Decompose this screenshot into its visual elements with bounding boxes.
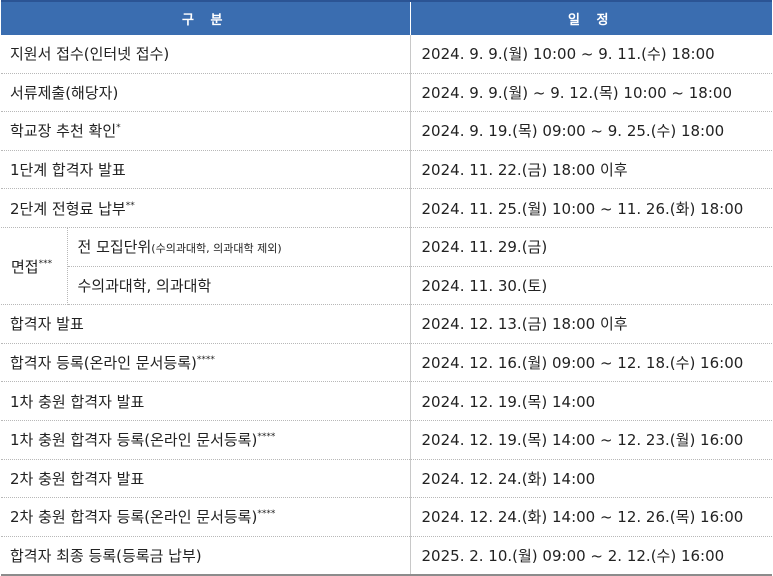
row-label: 1차 충원 합격자 등록(온라인 문서등록)****	[1, 420, 411, 460]
row-date: 2024. 12. 16.(월) 09:00 ~ 12. 18.(수) 16:0…	[409, 343, 773, 383]
row-label: 지원서 접수(인터넷 접수)	[1, 35, 411, 74]
interview-sub-label: 전 모집단위(수의과대학, 의과대학 제외)	[67, 227, 411, 267]
row-date: 2024. 12. 19.(목) 14:00	[409, 381, 773, 421]
row-date: 2024. 11. 30.(토)	[409, 266, 773, 306]
row-date: 2024. 9. 9.(월) 10:00 ~ 9. 11.(수) 18:00	[409, 35, 773, 74]
table-row: 합격자 등록(온라인 문서등록)**** 2024. 12. 16.(월) 09…	[1, 343, 773, 383]
row-label: 합격자 최종 등록(등록금 납부)	[1, 536, 411, 576]
footnote-mark: ****	[257, 432, 276, 443]
footnote-mark: *	[116, 123, 121, 134]
header-schedule: 일 정	[410, 0, 773, 35]
row-date: 2024. 11. 22.(금) 18:00 이후	[409, 150, 773, 190]
row-label: 1차 충원 합격자 발표	[1, 381, 411, 421]
schedule-table: 구 분 일 정 지원서 접수(인터넷 접수) 2024. 9. 9.(월) 10…	[1, 0, 773, 576]
row-date: 2024. 11. 29.(금)	[409, 227, 773, 267]
row-date: 2024. 12. 13.(금) 18:00 이후	[409, 304, 773, 344]
row-label: 2차 충원 합격자 등록(온라인 문서등록)****	[1, 497, 411, 537]
row-label: 1단계 합격자 발표	[1, 150, 411, 190]
table-row-interview: 면접*** 전 모집단위(수의과대학, 의과대학 제외) 2024. 11. 2…	[1, 227, 773, 306]
row-date: 2024. 9. 9.(월) ~ 9. 12.(목) 10:00 ~ 18:00	[409, 73, 773, 113]
row-date: 2025. 2. 10.(월) 09:00 ~ 2. 12.(수) 16:00	[409, 536, 773, 576]
row-label: 2단계 전형료 납부**	[1, 188, 411, 228]
footnote-mark: ***	[38, 258, 53, 269]
row-label: 서류제출(해당자)	[1, 73, 411, 113]
table-row: 1차 충원 합격자 발표 2024. 12. 19.(목) 14:00	[1, 381, 773, 421]
table-row: 서류제출(해당자) 2024. 9. 9.(월) ~ 9. 12.(목) 10:…	[1, 73, 773, 113]
table-row: 학교장 추천 확인* 2024. 9. 19.(목) 09:00 ~ 9. 25…	[1, 111, 773, 151]
interview-sub-label: 수의과대학, 의과대학	[67, 266, 411, 306]
row-date: 2024. 12. 19.(목) 14:00 ~ 12. 23.(월) 16:0…	[409, 420, 773, 460]
table-row: 지원서 접수(인터넷 접수) 2024. 9. 9.(월) 10:00 ~ 9.…	[1, 35, 773, 74]
table-row: 합격자 최종 등록(등록금 납부) 2025. 2. 10.(월) 09:00 …	[1, 536, 773, 576]
table-row: 2차 충원 합격자 발표 2024. 12. 24.(화) 14:00	[1, 459, 773, 499]
table-row: 1차 충원 합격자 등록(온라인 문서등록)**** 2024. 12. 19.…	[1, 420, 773, 460]
footnote-mark: **	[125, 200, 135, 211]
row-label: 합격자 등록(온라인 문서등록)****	[1, 343, 411, 383]
table-row: 2차 충원 합격자 등록(온라인 문서등록)**** 2024. 12. 24.…	[1, 497, 773, 537]
footnote-mark: ****	[196, 355, 215, 366]
row-date: 2024. 12. 24.(화) 14:00	[409, 459, 773, 499]
footnote-mark: ****	[257, 509, 276, 520]
header-category: 구 분	[1, 0, 411, 35]
table-header: 구 분 일 정	[1, 0, 773, 35]
row-label: 학교장 추천 확인*	[1, 111, 411, 151]
interview-sub-note: (수의과대학, 의과대학 제외)	[151, 242, 282, 256]
row-date: 2024. 11. 25.(월) 10:00 ~ 11. 26.(화) 18:0…	[409, 188, 773, 228]
row-date: 2024. 9. 19.(목) 09:00 ~ 9. 25.(수) 18:00	[409, 111, 773, 151]
table-row: 2단계 전형료 납부** 2024. 11. 25.(월) 10:00 ~ 11…	[1, 188, 773, 228]
row-date: 2024. 12. 24.(화) 14:00 ~ 12. 26.(목) 16:0…	[409, 497, 773, 537]
table-row: 1단계 합격자 발표 2024. 11. 22.(금) 18:00 이후	[1, 150, 773, 190]
table-row-interview: 수의과대학, 의과대학 2024. 11. 30.(토)	[1, 266, 773, 306]
table-row: 합격자 발표 2024. 12. 13.(금) 18:00 이후	[1, 304, 773, 344]
row-label: 2차 충원 합격자 발표	[1, 459, 411, 499]
interview-label: 면접***	[1, 227, 68, 306]
row-label: 합격자 발표	[1, 304, 411, 344]
